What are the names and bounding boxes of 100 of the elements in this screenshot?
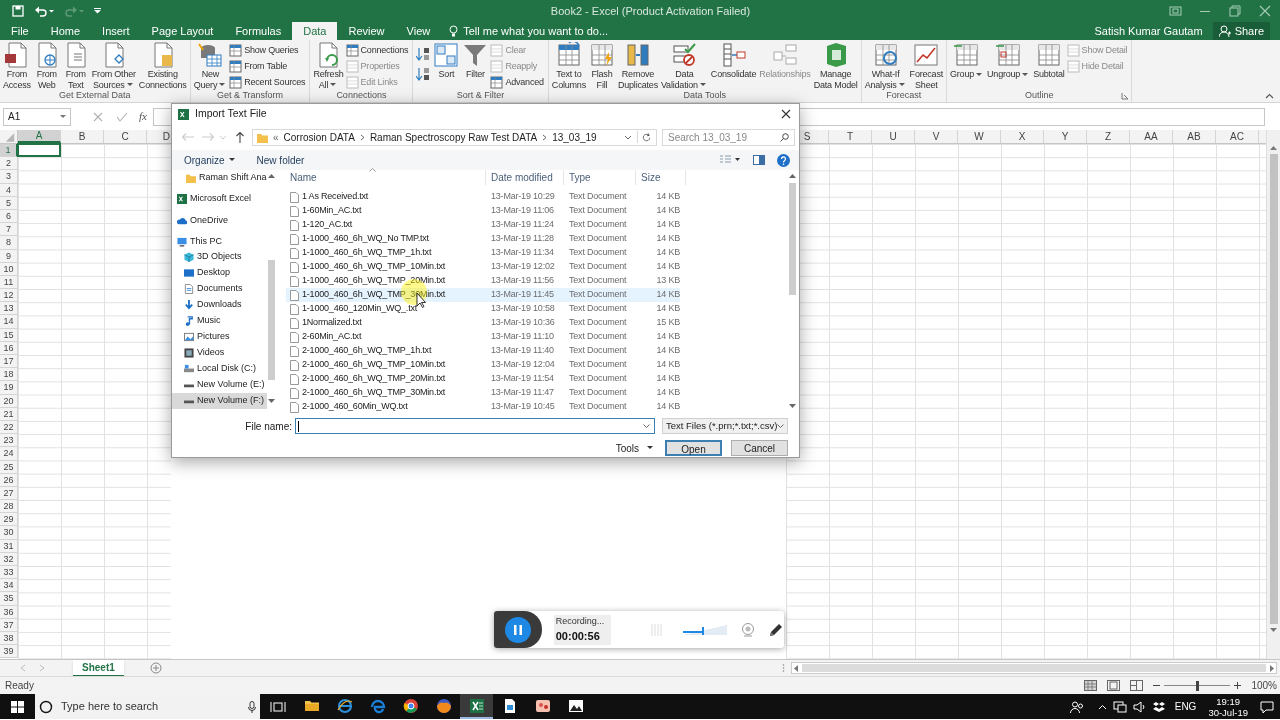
page-break-icon[interactable] bbox=[1130, 680, 1144, 691]
file-name[interactable]: 1-60Min_AC.txt bbox=[302, 204, 362, 218]
row-header[interactable]: 24 bbox=[0, 447, 18, 461]
file-name[interactable]: 1Normalized.txt bbox=[302, 316, 362, 330]
scroll-thumb[interactable] bbox=[801, 664, 1266, 672]
people-icon[interactable] bbox=[1069, 700, 1084, 713]
file-row[interactable]: 1-1000_460_6h_WQ_TMP_1h.txt 13-Mar-19 11:34 Text Document 14 KB bbox=[286, 246, 680, 260]
ribbon-button[interactable]: Ungroup bbox=[986, 42, 1032, 80]
column-header[interactable]: Z bbox=[1087, 130, 1130, 143]
file-row[interactable]: 2-60Min_AC.txt 13-Mar-19 11:10 Text Document 14 KB bbox=[286, 330, 680, 344]
tools-button[interactable]: Tools bbox=[615, 440, 653, 456]
nav-item[interactable]: Music bbox=[172, 313, 267, 329]
nav-item[interactable]: Downloads bbox=[172, 297, 267, 313]
ribbon-small-button[interactable]: Advanced bbox=[490, 75, 546, 90]
column-header[interactable]: C bbox=[104, 130, 147, 143]
ribbon-button[interactable]: Sort bbox=[432, 42, 461, 80]
column-header[interactable]: AA bbox=[1130, 130, 1173, 143]
file-type-dropdown[interactable]: Text Files (*.prn;*.txt;*.csv) bbox=[662, 418, 788, 434]
file-row[interactable]: 1-1000_460_120Min_WQ_.txt 13-Mar-19 10:58 Text Document 14 KB bbox=[286, 302, 680, 316]
row-header[interactable]: 28 bbox=[0, 500, 18, 514]
nav-item[interactable]: New Volume (E:) bbox=[172, 377, 267, 393]
collapse-ribbon-button[interactable] bbox=[1265, 93, 1274, 99]
row-header[interactable]: 33 bbox=[0, 566, 18, 580]
nav-item[interactable]: Microsoft Excel bbox=[172, 191, 267, 206]
file-name[interactable]: 1-1000_460_6h_WQ_TMP_30Min.txt bbox=[302, 288, 446, 302]
ribbon-button[interactable]: Manage Data Model bbox=[812, 42, 859, 90]
selected-cell[interactable] bbox=[17, 143, 61, 158]
sort-ascending-button[interactable] bbox=[415, 46, 432, 62]
file-row[interactable]: 1-60Min_AC.txt 13-Mar-19 11:06 Text Document 14 KB bbox=[286, 204, 680, 218]
ribbon-button[interactable]: Consolidate bbox=[709, 42, 758, 80]
dialog-button[interactable]: Cancel bbox=[731, 440, 788, 456]
column-header[interactable]: X bbox=[1001, 130, 1044, 143]
ribbon-tab[interactable]: Data bbox=[292, 22, 338, 40]
ribbon-button[interactable]: Refresh All bbox=[312, 42, 345, 90]
scroll-thumb[interactable] bbox=[268, 260, 275, 380]
file-name[interactable]: 2-1000_460_6h_WQ_TMP_1h.txt bbox=[302, 344, 432, 358]
ribbon-button[interactable]: Text to Columns bbox=[550, 42, 587, 90]
row-header[interactable]: 19 bbox=[0, 381, 18, 395]
file-name[interactable]: 1-1000_460_6h_WQ_TMP_20Min.txt bbox=[302, 274, 446, 288]
network-icon[interactable] bbox=[1112, 700, 1127, 713]
sheet-tab[interactable]: Sheet1 bbox=[73, 659, 124, 677]
ribbon-button[interactable]: Forecast Sheet bbox=[908, 42, 944, 90]
file-row[interactable]: 2-1000_460_6h_WQ_TMP_1h.txt 13-Mar-19 11:40 Text Document 14 KB bbox=[286, 344, 680, 358]
file-row[interactable]: 1-1000_460_6h_WQ_TMP_20Min.txt 13-Mar-19 11:56 Text Document 13 KB bbox=[286, 274, 680, 288]
column-header[interactable]: Name bbox=[286, 170, 486, 185]
taskbar-app-button[interactable] bbox=[460, 694, 493, 719]
ribbon-button[interactable]: Existing Connections bbox=[137, 42, 188, 90]
row-header[interactable]: 23 bbox=[0, 434, 18, 448]
ribbon-button[interactable]: From Web bbox=[32, 42, 61, 90]
file-name-field[interactable] bbox=[295, 418, 655, 434]
file-name[interactable]: 2-1000_460_6h_WQ_TMP_30Min.txt bbox=[302, 386, 446, 400]
column-header[interactable]: T bbox=[829, 130, 872, 143]
ribbon-tab[interactable]: File bbox=[0, 22, 40, 40]
function-button[interactable]: fx bbox=[139, 108, 147, 125]
file-row[interactable]: 2-1000_460_6h_WQ_TMP_20Min.txt 13-Mar-19 11:54 Text Document 14 KB bbox=[286, 372, 680, 386]
address-bar[interactable]: « Corrosion DATA Raman Spectroscopy Raw Test DATA 13_03_19 bbox=[252, 128, 657, 146]
ribbon-button[interactable]: From Text bbox=[61, 42, 90, 90]
preview-pane-icon[interactable] bbox=[753, 155, 765, 165]
row-header[interactable]: 30 bbox=[0, 526, 18, 540]
save-icon[interactable] bbox=[12, 5, 24, 17]
toolbar-button[interactable]: Organize bbox=[184, 152, 235, 168]
nav-item[interactable]: Local Disk (C:) bbox=[172, 361, 267, 377]
column-header[interactable]: B bbox=[61, 130, 104, 143]
file-name[interactable]: 2-1000_460_6h_WQ_TMP_20Min.txt bbox=[302, 372, 446, 386]
page-layout-icon[interactable] bbox=[1107, 680, 1121, 691]
row-header[interactable]: 17 bbox=[0, 355, 18, 369]
ribbon-small-button[interactable]: Connections bbox=[345, 43, 411, 58]
file-name[interactable]: 1 As Received.txt bbox=[302, 190, 369, 204]
row-header[interactable]: 34 bbox=[0, 579, 18, 593]
ribbon-small-button[interactable]: Recent Sources bbox=[229, 75, 308, 90]
row-header[interactable]: 14 bbox=[0, 315, 18, 329]
refresh-icon[interactable] bbox=[637, 131, 653, 143]
file-row[interactable]: 1-120_AC.txt 13-Mar-19 11:24 Text Document 14 KB bbox=[286, 218, 680, 232]
ribbon-button[interactable]: Flash Fill bbox=[587, 42, 616, 90]
row-header[interactable]: 12 bbox=[0, 289, 18, 303]
zoom-out-icon[interactable] bbox=[1153, 682, 1161, 689]
clock-date[interactable]: 30-Jul-19 bbox=[1208, 706, 1248, 718]
show-hidden-icons-icon[interactable] bbox=[1097, 703, 1107, 710]
pen-icon[interactable] bbox=[768, 621, 784, 638]
close-icon[interactable] bbox=[781, 109, 791, 119]
breadcrumb-item[interactable]: Corrosion DATA bbox=[283, 129, 355, 145]
file-name[interactable]: 1-1000_460_6h_WQ_TMP_10Min.txt bbox=[302, 260, 446, 274]
volume-icon[interactable] bbox=[1132, 700, 1147, 713]
sort-descending-button[interactable] bbox=[415, 66, 432, 82]
horizontal-scrollbar[interactable] bbox=[790, 662, 1277, 674]
column-header[interactable]: Type bbox=[564, 170, 636, 185]
file-row[interactable]: 1-1000_460_6h_WQ_TMP_10Min.txt 13-Mar-19 12:02 Text Document 14 KB bbox=[286, 260, 680, 274]
dialog-launcher-button[interactable] bbox=[1121, 92, 1130, 100]
file-name[interactable]: 1-1000_460_6h_WQ_TMP_1h.txt bbox=[302, 246, 432, 260]
help-icon[interactable] bbox=[777, 153, 790, 167]
column-header[interactable]: Date modified bbox=[486, 170, 564, 185]
ribbon-tab[interactable]: Home bbox=[39, 22, 92, 40]
nav-item[interactable]: 3D Objects bbox=[172, 249, 267, 265]
language-indicator[interactable]: ENG bbox=[1174, 699, 1197, 714]
nav-item[interactable]: Desktop bbox=[172, 265, 267, 281]
ribbon-small-button[interactable]: Show Queries bbox=[229, 43, 308, 58]
up-arrow-icon[interactable] bbox=[235, 131, 245, 143]
share-button[interactable]: Share bbox=[1212, 22, 1270, 40]
column-header[interactable]: AB bbox=[1173, 130, 1216, 143]
file-row[interactable]: 1-1000_460_6h_WQ_No TMP.txt 13-Mar-19 11:28 Text Document 14 KB bbox=[286, 232, 680, 246]
